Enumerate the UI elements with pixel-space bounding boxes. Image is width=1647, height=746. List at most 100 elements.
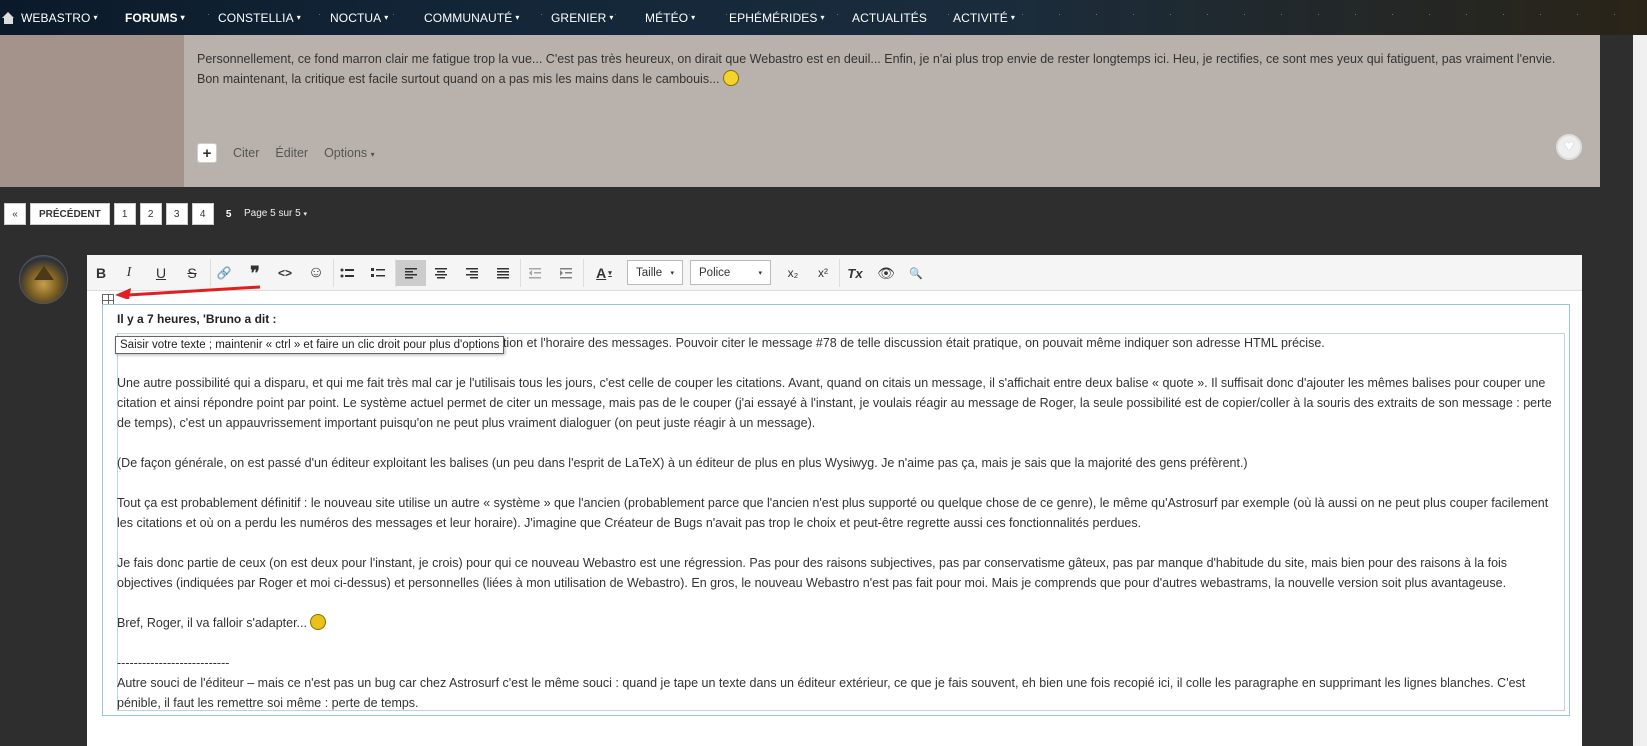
outdent-icon bbox=[529, 267, 541, 278]
emoji-button[interactable]: ☺ bbox=[302, 260, 330, 286]
font-family-select[interactable]: Police ▾ bbox=[690, 260, 771, 285]
chevron-down-icon: ▾ bbox=[93, 13, 98, 22]
heart-icon: ♥ bbox=[1564, 138, 1574, 155]
nav-item-constellia[interactable]: CONSTELLIA ▾ bbox=[218, 0, 301, 35]
cool-smiley-icon bbox=[310, 614, 327, 630]
preview-document-button[interactable]: 🔍 bbox=[902, 260, 930, 286]
remove-format-button[interactable]: Tx bbox=[841, 260, 869, 286]
font-family-label: Police bbox=[699, 266, 731, 279]
chevron-down-icon: ▾ bbox=[691, 13, 696, 22]
nav-label: NOCTUA bbox=[330, 10, 382, 25]
forum-post: Personnellement, ce fond marron clair me… bbox=[0, 35, 1600, 187]
italic-button[interactable]: I bbox=[115, 260, 143, 286]
scrollbar[interactable] bbox=[1633, 35, 1647, 746]
font-size-label: Taille bbox=[636, 266, 663, 279]
nav-label: COMMUNAUTÉ bbox=[424, 10, 513, 25]
remove-format-icon: Tx bbox=[847, 265, 863, 281]
like-button[interactable]: ♥ bbox=[1556, 134, 1582, 160]
nav-item-communaute[interactable]: COMMUNAUTÉ ▾ bbox=[424, 0, 519, 35]
underline-button[interactable]: U bbox=[147, 260, 175, 286]
page-button-4[interactable]: 4 bbox=[191, 203, 214, 225]
post-author-column bbox=[0, 35, 184, 187]
top-navigation: WEBASTRO ▾ FORUMS ▾ CONSTELLIA ▾ NOCTUA ▾ CO… bbox=[0, 0, 1647, 35]
options-menu[interactable]: Options ▾ bbox=[324, 146, 375, 160]
chevron-down-icon: ▾ bbox=[384, 13, 389, 22]
separator-line: --------------------------- bbox=[117, 656, 230, 670]
paragraph-with-smiley: Bref, Roger, il va falloir s'adapter... bbox=[117, 613, 1557, 633]
text-color-icon: A bbox=[596, 265, 607, 281]
align-right-icon bbox=[466, 267, 478, 278]
post-text: Personnellement, ce fond marron clair me… bbox=[197, 49, 1577, 89]
quote-header: Il y a 7 heures, 'Bruno a dit : bbox=[117, 312, 277, 326]
page-button-2[interactable]: 2 bbox=[139, 203, 162, 225]
post-paragraph: Personnellement, ce fond marron clair me… bbox=[197, 52, 1556, 86]
page-button-5[interactable]: 5 bbox=[217, 203, 240, 225]
indent-icon bbox=[560, 267, 572, 278]
nav-item-ephemerides[interactable]: EPHÉMÉRIDES ▾ bbox=[729, 0, 825, 35]
align-center-button[interactable] bbox=[427, 260, 455, 286]
paragraph: Autre souci de l'éditeur – mais ce n'est… bbox=[117, 676, 1526, 710]
chevron-down-icon: ▾ bbox=[670, 269, 674, 277]
nav-item-noctua[interactable]: NOCTUA ▾ bbox=[330, 0, 388, 35]
nav-label: ACTUALITÉS bbox=[852, 10, 928, 25]
paragraph: Une autre possibilité qui a disparu, et … bbox=[117, 376, 1552, 430]
strikethrough-button[interactable]: S bbox=[178, 260, 206, 286]
code-icon: <> bbox=[277, 266, 292, 280]
previous-page-button[interactable]: PRÉCÉDENT bbox=[30, 203, 110, 225]
outdent-button[interactable] bbox=[521, 260, 549, 286]
nav-label: GRENIER bbox=[551, 10, 607, 25]
subscript-button[interactable]: x₂ bbox=[779, 260, 807, 286]
justify-icon bbox=[497, 267, 509, 278]
chevron-down-icon: ▾ bbox=[296, 13, 301, 22]
nav-item-forums[interactable]: FORUMS ▾ bbox=[125, 0, 185, 35]
avatar[interactable] bbox=[19, 255, 68, 304]
align-center-icon bbox=[435, 267, 447, 278]
align-right-button[interactable] bbox=[458, 260, 486, 286]
nav-item-webastro[interactable]: WEBASTRO ▾ bbox=[2, 0, 98, 35]
post-actions: + Citer Éditer Options ▾ bbox=[197, 143, 375, 163]
multiquote-button[interactable]: + bbox=[197, 143, 217, 163]
pagination: « PRÉCÉDENT 1 2 3 4 5 bbox=[4, 203, 240, 225]
document-search-icon: 🔍 bbox=[909, 267, 923, 280]
paragraph: Je fais donc partie de ceux (on est deux… bbox=[117, 556, 1508, 590]
chevron-down-icon: ▾ bbox=[758, 269, 762, 277]
chevron-down-icon: ▾ bbox=[609, 13, 614, 22]
page-button-3[interactable]: 3 bbox=[165, 203, 188, 225]
editor-content[interactable]: ation et l'horaire des messages. Pouvoir… bbox=[117, 333, 1557, 733]
nav-label: ACTIVITÉ bbox=[953, 10, 1008, 25]
indent-button[interactable] bbox=[552, 260, 580, 286]
edit-link[interactable]: Éditer bbox=[275, 146, 308, 160]
bulleted-list-icon bbox=[340, 268, 354, 278]
nav-label: CONSTELLIA bbox=[218, 10, 294, 25]
paragraph: (De façon générale, on est passé d'un éd… bbox=[117, 456, 1248, 470]
page-of-label: Page 5 sur 5 bbox=[244, 208, 301, 219]
link-button[interactable]: 🔗 bbox=[210, 260, 238, 286]
code-button[interactable]: <> bbox=[271, 260, 299, 286]
justify-button[interactable] bbox=[489, 260, 517, 286]
first-page-button[interactable]: « bbox=[4, 203, 26, 225]
quote-button[interactable]: ❞ bbox=[241, 260, 269, 286]
font-size-select[interactable]: Taille ▾ bbox=[627, 260, 683, 285]
bulleted-list-button[interactable] bbox=[333, 260, 361, 286]
nav-item-meteo[interactable]: MÉTÉO ▾ bbox=[645, 0, 695, 35]
bold-button[interactable]: B bbox=[87, 260, 115, 286]
options-label: Options bbox=[324, 146, 368, 160]
nav-item-actualites[interactable]: ACTUALITÉS bbox=[852, 0, 927, 35]
chevron-down-icon: ▾ bbox=[515, 13, 520, 22]
align-left-button[interactable] bbox=[396, 260, 426, 286]
home-icon bbox=[2, 11, 15, 24]
chevron-down-icon: ▾ bbox=[303, 211, 308, 218]
chevron-down-icon: ▾ bbox=[1010, 13, 1015, 22]
nav-item-activite[interactable]: ACTIVITÉ ▾ bbox=[953, 0, 1015, 35]
chevron-down-icon: ▾ bbox=[180, 13, 185, 22]
page-gutter bbox=[1600, 35, 1633, 746]
page-jump-menu[interactable]: Page 5 sur 5 ▾ bbox=[244, 208, 307, 219]
preview-button[interactable]: 👁 bbox=[872, 260, 900, 286]
text-color-button[interactable]: A ▾ bbox=[587, 260, 621, 286]
numbered-list-button[interactable] bbox=[364, 260, 392, 286]
paragraph: Tout ça est probablement définitif : le … bbox=[117, 496, 1549, 530]
nav-item-grenier[interactable]: GRENIER ▾ bbox=[551, 0, 614, 35]
superscript-button[interactable]: x² bbox=[809, 260, 837, 286]
quote-link[interactable]: Citer bbox=[233, 146, 259, 160]
page-button-1[interactable]: 1 bbox=[113, 203, 136, 225]
